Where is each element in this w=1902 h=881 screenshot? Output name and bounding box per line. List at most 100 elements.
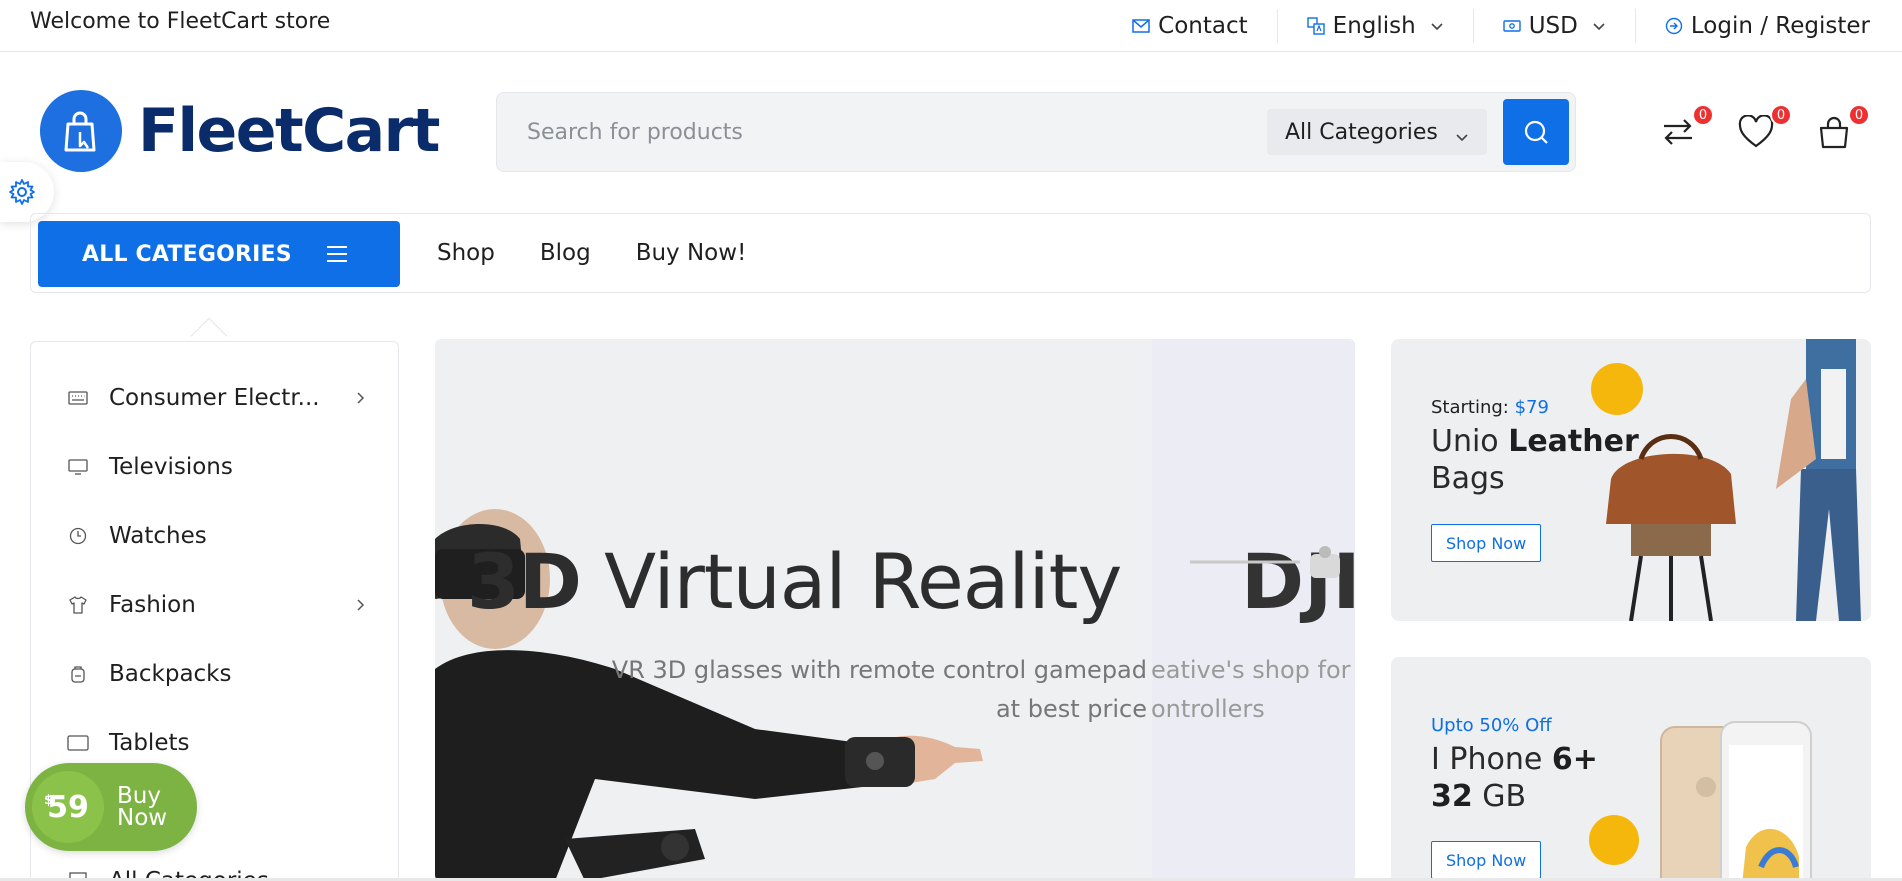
search-button[interactable] <box>1503 99 1569 165</box>
banner-title-bold: 6+ <box>1551 742 1598 777</box>
contact-label: Contact <box>1158 13 1248 39</box>
sidebar-item-label: Watches <box>109 523 207 549</box>
contact-link[interactable]: Contact <box>1103 9 1276 43</box>
cart-count-badge: 0 <box>1848 104 1870 126</box>
tablet-icon <box>67 732 89 754</box>
banner-title-line2: Bags <box>1431 461 1505 496</box>
buy-now-price: $ 59 <box>32 771 104 843</box>
banner-title: I Phone 6+ 32 GB <box>1431 741 1598 815</box>
category-select[interactable]: All Categories <box>1267 109 1487 155</box>
banner-title-line2-bold: 32 <box>1431 779 1473 814</box>
compare-count-badge: 0 <box>1692 104 1714 126</box>
hero-subtitle: VR 3D glasses with remote control gamepa… <box>575 651 1147 729</box>
mail-icon <box>1132 17 1150 35</box>
cart-button[interactable]: 0 <box>1812 104 1870 154</box>
sidebar-item-fashion[interactable]: Fashion <box>67 585 367 625</box>
compare-button[interactable]: 0 <box>1656 104 1714 154</box>
wishlist-button[interactable]: 0 <box>1734 104 1792 154</box>
compare-icon <box>1664 119 1692 145</box>
banner-price: $79 <box>1514 397 1549 418</box>
nav-link-shop[interactable]: Shop <box>437 240 495 266</box>
search-input[interactable] <box>527 93 1227 171</box>
sidebar-item-consumer-electronics[interactable]: Consumer Electr... <box>67 378 367 418</box>
shop-now-button[interactable]: Shop Now <box>1431 841 1542 879</box>
login-label: Login / Register <box>1690 13 1870 39</box>
hero-subtitle-line2: at best price <box>995 695 1147 723</box>
nav-link-buy-now[interactable]: Buy Now! <box>636 240 747 266</box>
buy-now-line2: Now <box>117 805 168 831</box>
sidebar-item-label: Backpacks <box>109 661 232 687</box>
main-navbar: ALL CATEGORIES Shop Blog Buy Now! <box>30 213 1871 293</box>
hero-subtitle-line1: VR 3D glasses with remote control gamepa… <box>611 656 1147 684</box>
login-register-link[interactable]: Login / Register <box>1634 9 1870 43</box>
banner-discount-label: Upto 50% Off <box>1431 715 1552 736</box>
clock-icon <box>67 525 89 547</box>
shopping-bag-icon <box>40 90 122 172</box>
buy-now-floating-button[interactable]: $ 59 Buy Now <box>25 763 197 851</box>
search-icon <box>1524 120 1548 144</box>
banner-title-regular: Unio <box>1431 424 1509 459</box>
gear-icon <box>9 179 35 205</box>
wishlist-count-badge: 0 <box>1770 104 1792 126</box>
sidebar-item-label: Tablets <box>109 730 190 756</box>
iphone-image <box>1660 721 1812 881</box>
buy-now-currency: $ <box>44 793 54 808</box>
money-icon <box>1503 17 1521 35</box>
nav-links: Shop Blog Buy Now! <box>437 214 791 292</box>
cart-bag-icon <box>1819 116 1849 149</box>
banner-starting-text: Starting: <box>1431 397 1515 418</box>
site-logo[interactable]: FleetCart <box>40 90 440 172</box>
sidebar-item-label: Fashion <box>109 592 196 618</box>
tv-icon <box>67 456 89 478</box>
header-actions: 0 0 0 <box>1622 104 1870 154</box>
search-bar: All Categories <box>496 92 1576 172</box>
sidebar-item-tablets[interactable]: Tablets <box>67 723 367 763</box>
banner-title-bold: Leather <box>1508 424 1639 459</box>
banner-starting-label: Starting: $79 <box>1431 397 1549 418</box>
leather-bag-model-image <box>1606 339 1861 621</box>
chevron-right-icon <box>357 392 365 404</box>
banner-title-regular: I Phone <box>1431 742 1552 777</box>
all-categories-button[interactable]: ALL CATEGORIES <box>38 221 400 287</box>
top-bar: Welcome to FleetCart store Contact Engli… <box>0 0 1902 52</box>
hero-title-bold: 3D <box>467 537 582 626</box>
banner-title-line2-regular: GB <box>1472 779 1527 814</box>
sidebar-item-televisions[interactable]: Televisions <box>67 447 367 487</box>
hamburger-menu-icon <box>327 246 347 262</box>
shirt-icon <box>67 594 89 616</box>
banner-title: Unio Leather Bags <box>1431 423 1639 497</box>
language-label: English <box>1332 13 1416 39</box>
hero-title-rest: Virtual Reality <box>580 537 1122 626</box>
currency-label: USD <box>1528 13 1578 39</box>
buy-now-line1: Buy <box>117 783 161 809</box>
hero-slider[interactable]: 3D Virtual Reality DJI VR 3D glasses wit… <box>435 339 1355 881</box>
chevron-down-icon <box>1592 19 1606 33</box>
buy-now-price-value: 59 <box>47 789 89 825</box>
welcome-text: Welcome to FleetCart store <box>30 9 331 34</box>
currency-selector[interactable]: USD <box>1472 9 1635 43</box>
logo-text: FleetCart <box>138 96 440 166</box>
all-categories-label: ALL CATEGORIES <box>82 241 292 267</box>
sidebar-item-watches[interactable]: Watches <box>67 516 367 556</box>
promo-banner-iphone[interactable]: Upto 50% Off I Phone 6+ 32 GB Shop Now <box>1391 657 1871 881</box>
chevron-down-icon <box>1430 19 1444 33</box>
sidebar-item-label: Consumer Electr... <box>109 385 320 411</box>
sidebar-item-backpacks[interactable]: Backpacks <box>67 654 367 694</box>
drone-image <box>1190 546 1340 578</box>
hero-next-subtitle-line1: eative's shop for fl <box>1151 656 1355 684</box>
translate-icon <box>1306 17 1325 35</box>
hero-next-subtitle-line2: ontrollers <box>1151 695 1265 723</box>
language-selector[interactable]: English <box>1276 9 1473 43</box>
hero-next-subtitle: eative's shop for fl ontrollers <box>1151 651 1355 729</box>
decor-dot <box>1589 815 1639 865</box>
heart-icon <box>1738 115 1774 148</box>
category-select-label: All Categories <box>1285 119 1438 145</box>
chevron-down-icon <box>1455 125 1469 142</box>
shop-now-button[interactable]: Shop Now <box>1431 524 1542 562</box>
backpack-icon <box>67 663 89 685</box>
nav-link-blog[interactable]: Blog <box>540 240 591 266</box>
promo-banner-leather-bags[interactable]: Starting: $79 Unio Leather Bags Shop Now <box>1391 339 1871 621</box>
buy-now-text: Buy Now <box>117 783 168 831</box>
keyboard-icon <box>67 387 89 409</box>
login-icon <box>1665 17 1683 35</box>
